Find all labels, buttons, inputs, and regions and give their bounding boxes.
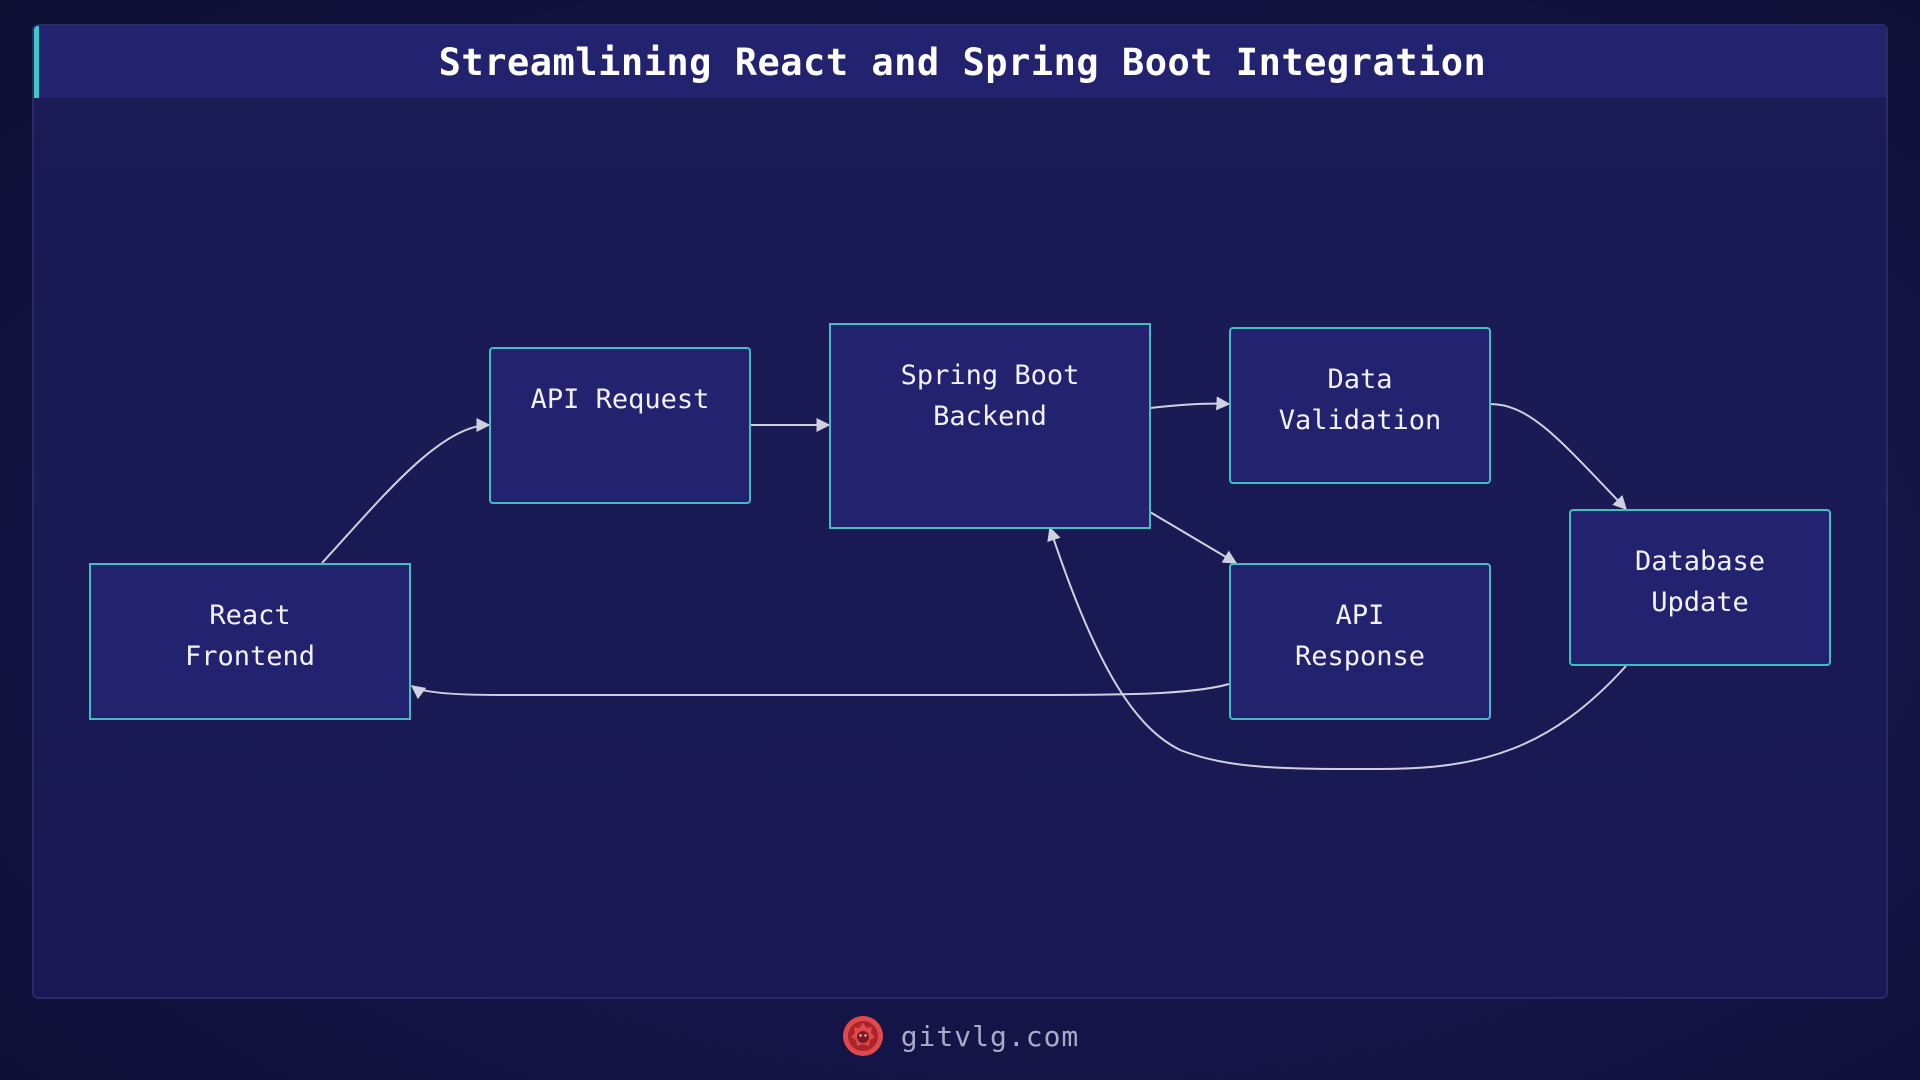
node-label: API Request [530, 384, 710, 415]
node-data-validation: Data Validation [1229, 327, 1491, 484]
node-api-request: API Request [489, 347, 751, 504]
node-label: Spring Boot Backend [900, 360, 1080, 432]
footer-site-link[interactable]: gitvlg.com [901, 1020, 1080, 1053]
edge-spring-boot-to-data-validation [1149, 396, 1231, 411]
node-database-update: Database Update [1569, 509, 1831, 666]
node-react-frontend: React Frontend [89, 563, 411, 720]
node-spring-boot-backend: Spring Boot Backend [829, 323, 1151, 529]
node-label: API Response [1294, 600, 1426, 672]
node-label: React Frontend [184, 600, 316, 672]
edge-react-to-api-request [321, 418, 491, 564]
node-label: Database Update [1634, 546, 1766, 618]
edge-data-validation-to-database-update [1489, 403, 1627, 511]
edge-api-response-to-react [410, 683, 1230, 700]
page: Streamlining React and Spring Boot Integ… [0, 0, 1920, 1080]
lion-logo-icon [842, 1016, 883, 1056]
footer: gitvlg.com [0, 1008, 1920, 1064]
node-label: Data Validation [1278, 364, 1442, 436]
node-api-response: API Response [1229, 563, 1491, 720]
edge-spring-boot-to-api-response [1149, 511, 1238, 564]
